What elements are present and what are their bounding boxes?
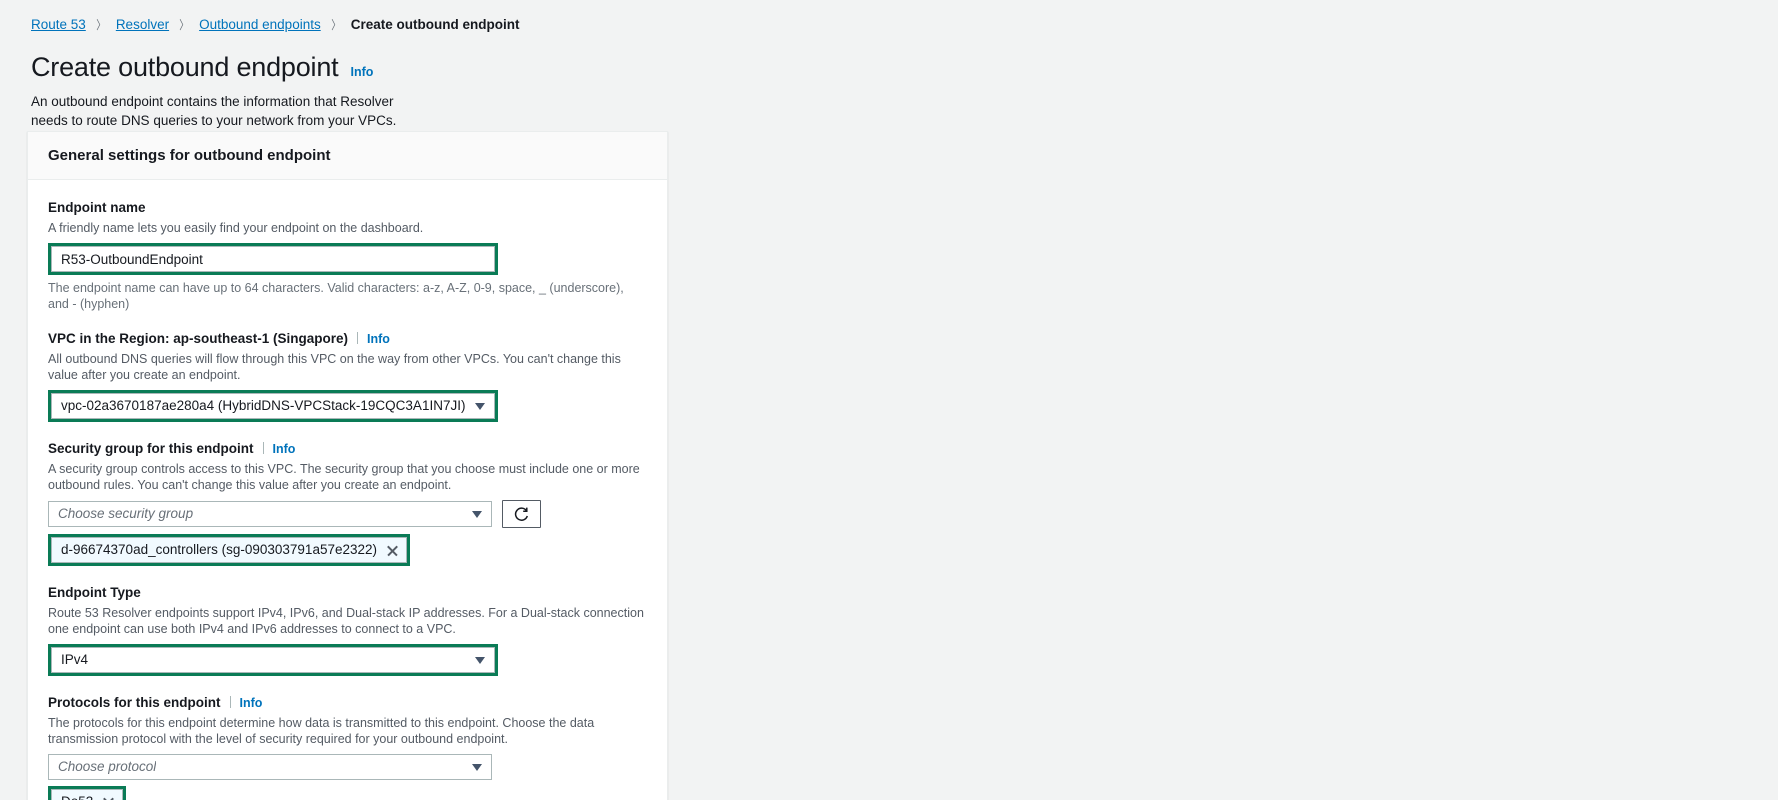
breadcrumb-item-resolver[interactable]: Resolver	[116, 16, 169, 34]
vpc-highlight: vpc-02a3670187ae280a4 (HybridDNS-VPCStac…	[48, 390, 498, 422]
endpoint-name-constraint: The endpoint name can have up to 64 char…	[48, 281, 624, 311]
refresh-icon	[514, 506, 529, 521]
protocols-token-row: Do53	[48, 786, 647, 800]
general-settings-card: General settings for outbound endpoint E…	[27, 131, 668, 800]
breadcrumb-separator-icon: 〉	[330, 18, 341, 32]
vpc-label: VPC in the Region: ap-southeast-1 (Singa…	[48, 331, 349, 346]
protocols-label-row: Protocols for this endpoint Info	[48, 694, 647, 712]
page-header: Create outbound endpoint Info	[0, 34, 1778, 84]
field-protocols: Protocols for this endpoint Info The pro…	[48, 694, 647, 800]
security-group-refresh-button[interactable]	[502, 500, 541, 528]
vpc-info-link[interactable]: Info	[367, 332, 390, 346]
endpoint-type-label-row: Endpoint Type	[48, 584, 647, 602]
security-group-label-divider	[262, 442, 264, 454]
protocols-token[interactable]: Do53	[51, 789, 124, 800]
breadcrumb-item-route53[interactable]: Route 53	[31, 16, 86, 34]
protocols-description: The protocols for this endpoint determin…	[48, 716, 595, 746]
field-vpc: VPC in the Region: ap-southeast-1 (Singa…	[48, 330, 647, 422]
chevron-down-icon	[472, 764, 482, 771]
security-group-info-link[interactable]: Info	[273, 442, 296, 456]
security-group-token-label: d-96674370ad_controllers (sg-090303791a5…	[61, 542, 377, 557]
protocols-label-divider	[229, 696, 231, 708]
page-info-link[interactable]: Info	[350, 65, 373, 79]
endpoint-type-select[interactable]: IPv4	[51, 647, 495, 673]
page-root: Route 53 〉 Resolver 〉 Outbound endpoints…	[0, 0, 1778, 800]
security-group-select[interactable]: Choose security group	[48, 501, 492, 527]
close-icon[interactable]	[102, 796, 115, 800]
vpc-select[interactable]: vpc-02a3670187ae280a4 (HybridDNS-VPCStac…	[51, 393, 495, 419]
page-title: Create outbound endpoint	[31, 52, 339, 82]
breadcrumb: Route 53 〉 Resolver 〉 Outbound endpoints…	[0, 0, 1778, 34]
card-title: General settings for outbound endpoint	[48, 147, 331, 164]
page-description: An outbound endpoint contains the inform…	[31, 94, 397, 128]
protocols-info-link[interactable]: Info	[240, 696, 263, 710]
breadcrumb-separator-icon: 〉	[179, 18, 189, 32]
chevron-down-icon	[475, 657, 485, 664]
security-group-token-row: d-96674370ad_controllers (sg-090303791a5…	[48, 534, 647, 566]
field-endpoint-type: Endpoint Type Route 53 Resolver endpoint…	[48, 584, 647, 676]
protocols-token-highlight: Do53	[48, 786, 127, 800]
field-security-group: Security group for this endpoint Info A …	[48, 440, 647, 566]
chevron-down-icon	[472, 511, 482, 518]
endpoint-type-label: Endpoint Type	[48, 585, 141, 600]
security-group-token[interactable]: d-96674370ad_controllers (sg-090303791a5…	[51, 537, 407, 563]
protocols-label: Protocols for this endpoint	[48, 695, 221, 710]
protocols-select-placeholder: Choose protocol	[58, 759, 157, 774]
endpoint-name-control	[48, 243, 647, 275]
endpoint-type-select-value: IPv4	[61, 652, 89, 667]
vpc-description: All outbound DNS queries will flow throu…	[48, 352, 621, 382]
endpoint-name-label-row: Endpoint name	[48, 199, 647, 217]
security-group-token-highlight: d-96674370ad_controllers (sg-090303791a5…	[48, 534, 410, 566]
vpc-label-row: VPC in the Region: ap-southeast-1 (Singa…	[48, 330, 647, 348]
protocols-control: Choose protocol	[48, 754, 647, 780]
security-group-description: A security group controls access to this…	[48, 462, 640, 492]
endpoint-type-description: Route 53 Resolver endpoints support IPv4…	[48, 606, 644, 636]
card-header: General settings for outbound endpoint	[28, 132, 667, 180]
security-group-label: Security group for this endpoint	[48, 441, 254, 456]
security-group-select-placeholder: Choose security group	[58, 506, 194, 521]
protocols-select[interactable]: Choose protocol	[48, 754, 492, 780]
card-body: Endpoint name A friendly name lets you e…	[28, 180, 667, 800]
endpoint-type-control: IPv4	[48, 644, 647, 676]
breadcrumb-item-outbound-endpoints[interactable]: Outbound endpoints	[199, 16, 321, 34]
chevron-down-icon	[475, 403, 485, 410]
endpoint-name-input[interactable]	[51, 246, 495, 272]
vpc-control: vpc-02a3670187ae280a4 (HybridDNS-VPCStac…	[48, 390, 647, 422]
security-group-label-row: Security group for this endpoint Info	[48, 440, 647, 458]
field-endpoint-name: Endpoint name A friendly name lets you e…	[48, 199, 647, 312]
endpoint-name-label: Endpoint name	[48, 200, 146, 215]
vpc-select-value: vpc-02a3670187ae280a4 (HybridDNS-VPCStac…	[61, 398, 466, 413]
vpc-label-divider	[357, 332, 359, 344]
endpoint-name-highlight	[48, 243, 498, 275]
protocols-token-label: Do53	[61, 790, 93, 800]
close-icon[interactable]	[386, 544, 399, 557]
endpoint-type-highlight: IPv4	[48, 644, 498, 676]
security-group-control: Choose security group	[48, 500, 647, 528]
breadcrumb-separator-icon: 〉	[95, 18, 106, 32]
breadcrumb-item-create-outbound-endpoint: Create outbound endpoint	[350, 17, 520, 32]
endpoint-name-description: A friendly name lets you easily find you…	[48, 221, 424, 235]
